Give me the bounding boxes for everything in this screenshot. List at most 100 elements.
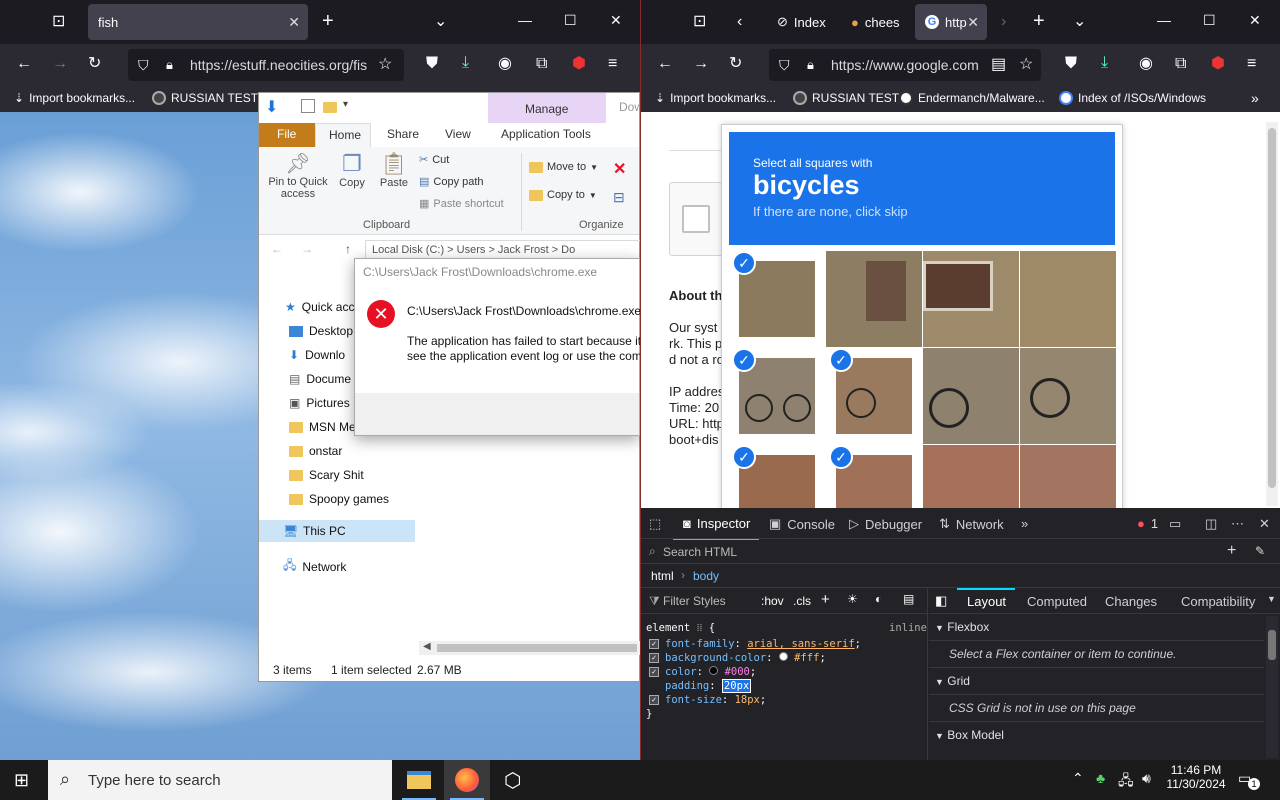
forward-icon[interactable]: → [52, 56, 68, 72]
prop-padding[interactable]: padding: 20px [649, 679, 752, 693]
taskbar-search-box[interactable]: ⌕ Type here to search [48, 760, 392, 800]
back-icon[interactable]: ← [657, 56, 673, 72]
scrollbar-thumb[interactable] [437, 644, 637, 652]
hov-toggle[interactable]: :hov [761, 594, 784, 608]
shield-icon[interactable]: ⛉ [138, 57, 149, 73]
prop-font-family[interactable]: ✓ font-family: arial, sans-serif; [649, 638, 861, 650]
move-to-button[interactable]: Move to ▼ [529, 161, 598, 173]
list-tabs-icon[interactable]: ⌄ [434, 14, 447, 30]
bookmark-import[interactable]: ⇣ Import bookmarks... [655, 91, 776, 105]
nav-quick-access[interactable]: ★ Quick acc [285, 300, 354, 314]
pin-quick-access-button[interactable]: 📌︎ Pin to Quick access [265, 151, 331, 200]
folder-icon[interactable] [323, 102, 337, 113]
extensions-icon[interactable]: ⧉ [1175, 56, 1186, 72]
tab-network[interactable]: ⇅ Network [939, 516, 1004, 532]
crumb-html[interactable]: html [651, 569, 674, 583]
reload-icon[interactable]: ↻ [88, 56, 101, 72]
pocket-icon[interactable]: ⛊ [426, 56, 438, 72]
color-swatch-icon[interactable] [778, 652, 788, 661]
error-count[interactable]: ● 1 [1137, 516, 1158, 531]
nav-desktop[interactable]: Desktop [289, 324, 353, 338]
ublock-icon[interactable]: ⬢ [1211, 56, 1225, 72]
checkbox-icon[interactable]: ✓ [649, 639, 659, 649]
lock-icon[interactable]: 🔒︎ [166, 57, 173, 73]
tab-console[interactable]: ▣ Console [769, 516, 835, 532]
nav-pictures[interactable]: ▣ Pictures [289, 396, 350, 410]
search-html-input[interactable]: Search HTML [663, 545, 737, 559]
paste-shortcut-button[interactable]: ▦ Paste shortcut [419, 197, 504, 211]
box-model-section-header[interactable]: ▼ Box Model [935, 728, 1004, 742]
tab-cheese[interactable]: ● chees [841, 4, 911, 40]
bookmark-russian-test[interactable]: RUSSIAN TEST [152, 91, 258, 105]
cut-button[interactable]: ✂ Cut [419, 153, 449, 167]
back-icon[interactable]: ← [16, 56, 32, 72]
bookmark-import[interactable]: ⇣ Import bookmarks... [14, 91, 135, 105]
prop-font-size[interactable]: ✓ font-size: 18px; [649, 694, 766, 706]
more-tools-icon[interactable]: » [1021, 516, 1028, 531]
tray-app-icon[interactable]: ♣ [1096, 770, 1105, 786]
more-bookmarks-icon[interactable]: » [1251, 90, 1259, 106]
close-devtools-icon[interactable]: ✕ [1259, 516, 1270, 532]
tab-share[interactable]: Share [387, 127, 419, 141]
scroll-left-icon[interactable]: ◀ [423, 641, 431, 652]
taskbar-file-explorer[interactable] [396, 760, 442, 800]
menu-icon[interactable]: ≡ [1247, 56, 1256, 72]
menu-icon[interactable]: ≡ [608, 56, 617, 72]
close-tab-icon[interactable]: ✕ [288, 14, 300, 31]
url-bar[interactable]: ⛉ 🔒︎ https://estuff.neocities.org/fis ☆ [128, 49, 404, 81]
checkbox-icon[interactable]: ✓ [649, 653, 659, 663]
tab-compatibility[interactable]: Compatibility [1181, 594, 1255, 609]
new-tab-icon[interactable]: + [322, 11, 334, 31]
account-icon[interactable]: ◉ [1139, 56, 1153, 72]
captcha-tile-2[interactable] [826, 251, 922, 347]
layout-scrollbar[interactable] [1266, 616, 1278, 758]
nav-documents[interactable]: ▤ Docume [289, 372, 351, 386]
layout-scrollbar-thumb[interactable] [1268, 630, 1276, 660]
forward-icon[interactable]: → [301, 242, 313, 256]
maximize-icon[interactable]: ☐ [1203, 12, 1216, 29]
captcha-tile-3[interactable] [923, 251, 1019, 347]
tab-google[interactable]: G http ✕ [915, 4, 987, 40]
forward-icon[interactable]: → [693, 56, 709, 72]
bookmark-russian-test[interactable]: RUSSIAN TEST [793, 91, 899, 105]
extensions-icon[interactable]: ⧉ [536, 56, 547, 72]
recaptcha-checkbox[interactable] [682, 205, 710, 233]
notifications-icon[interactable]: ▭ 1 [1238, 770, 1260, 790]
qat-dropdown-icon[interactable]: ▾ [343, 99, 348, 110]
ublock-icon[interactable]: ⬢ [572, 56, 586, 72]
color-swatch-icon[interactable] [709, 666, 719, 675]
tab-index[interactable]: ⊘ Index [767, 4, 835, 40]
maximize-icon[interactable]: ☐ [564, 12, 577, 29]
captcha-tile-12[interactable] [1020, 445, 1116, 508]
bookmark-isos[interactable]: Index of /ISOs/Windows [1059, 91, 1206, 105]
downloads-icon[interactable]: ⤓ [1101, 55, 1108, 71]
captcha-tile-11[interactable] [923, 445, 1019, 508]
nav-msn[interactable]: MSN Me [289, 420, 356, 434]
bookmark-star-icon[interactable]: ☆ [378, 57, 392, 73]
minimize-icon[interactable]: — [1157, 12, 1171, 28]
properties-icon[interactable] [301, 99, 315, 113]
tab-fish[interactable]: fish ✕ [88, 4, 308, 40]
copy-to-button[interactable]: Copy to ▼ [529, 189, 597, 201]
network-status-icon[interactable]: 🖧︎ [1118, 770, 1134, 794]
lock-icon[interactable]: 🔒︎ [807, 57, 814, 73]
new-tab-icon[interactable]: + [1033, 11, 1045, 31]
toggle-sidebar-icon[interactable]: ◧ [935, 593, 947, 609]
add-rule-icon[interactable]: + [821, 591, 830, 608]
tab-layout[interactable]: Layout [967, 594, 1006, 609]
nav-onstar[interactable]: onstar [289, 444, 342, 458]
nav-this-pc[interactable]: 🖥︎ This PC [259, 520, 415, 542]
delete-icon[interactable]: ✕ [613, 159, 626, 179]
light-mode-icon[interactable]: ☀ [847, 592, 858, 606]
nav-network[interactable]: 🖧︎ Network [283, 556, 346, 577]
downloads-icon[interactable]: ⤓ [462, 55, 469, 71]
prop-background-color[interactable]: ✓ background-color: #fff; [649, 652, 826, 664]
captcha-tile-8[interactable] [1020, 348, 1116, 444]
reader-view-icon[interactable]: ▤ [991, 57, 1006, 73]
list-tabs-icon[interactable]: ⌄ [1073, 14, 1086, 30]
nav-downloads[interactable]: ⬇ Downlo [289, 348, 345, 362]
tab-view[interactable]: View [445, 127, 471, 141]
firefox-view-icon[interactable]: ⊡ [52, 14, 65, 30]
bookmark-endermanch[interactable]: Endermanch/Malware... [899, 91, 1045, 105]
rename-icon[interactable]: ⊟ [613, 189, 625, 206]
